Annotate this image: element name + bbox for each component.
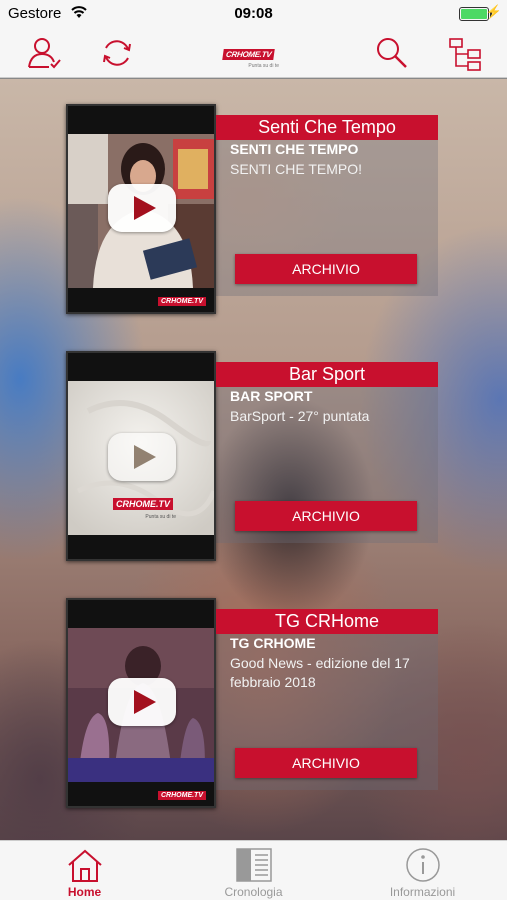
user-profile-icon[interactable]	[25, 34, 63, 72]
program-title: TG CRHome	[216, 609, 438, 634]
play-button[interactable]	[108, 678, 176, 726]
history-book-icon	[236, 848, 272, 882]
video-thumbnail[interactable]: CRHOME.TV	[66, 598, 216, 808]
video-thumbnail[interactable]: CRHOME.TV	[66, 104, 216, 314]
program-subtitle: SENTI CHE TEMPO	[230, 141, 359, 157]
archive-button[interactable]: ARCHIVIO	[235, 748, 417, 778]
search-icon[interactable]	[373, 34, 411, 72]
refresh-icon[interactable]	[98, 34, 136, 72]
status-bar: Gestore 09:08 ⚡	[0, 0, 507, 28]
tab-cronologia[interactable]: Cronologia	[169, 841, 338, 900]
tab-home[interactable]: Home	[0, 841, 169, 900]
thumbnail-watermark: CRHOME.TV	[158, 297, 206, 306]
app-logo: CRHOME.TV Punta su di te	[222, 44, 279, 69]
charging-icon: ⚡	[485, 4, 502, 19]
sitemap-icon[interactable]	[446, 34, 484, 72]
program-subtitle: TG CRHOME	[230, 635, 316, 651]
program-title: Bar Sport	[216, 362, 438, 387]
program-description: Good News - edizione del 17 febbraio 201…	[230, 655, 410, 690]
play-button[interactable]	[108, 433, 176, 481]
tab-informazioni[interactable]: Informazioni	[338, 841, 507, 900]
program-description: BarSport - 27° puntata	[230, 408, 370, 424]
center-logo: CRHOME.TV Punta su di te	[110, 494, 176, 520]
archive-button[interactable]: ARCHIVIO	[235, 501, 417, 531]
thumbnail-watermark: CRHOME.TV	[158, 791, 206, 800]
tab-bar: Home Cronologia Informazioni	[0, 840, 507, 900]
archive-button[interactable]: ARCHIVIO	[235, 254, 417, 284]
play-button[interactable]	[108, 184, 176, 232]
battery-icon	[459, 7, 492, 21]
info-icon	[406, 848, 440, 882]
program-card: CRHOME.TV Senti Che Tempo SENTI CHE TEMP…	[66, 104, 438, 314]
program-list[interactable]: CRHOME.TV Senti Che Tempo SENTI CHE TEMP…	[0, 79, 507, 840]
top-toolbar: CRHOME.TV Punta su di te	[0, 28, 507, 78]
video-thumbnail[interactable]: CRHOME.TV Punta su di te	[66, 351, 216, 561]
program-title: Senti Che Tempo	[216, 115, 438, 140]
home-icon	[68, 849, 102, 882]
clock: 09:08	[234, 5, 273, 22]
program-card: CRHOME.TV TG CRHome TG CRHOME Good News …	[66, 598, 438, 808]
program-card: CRHOME.TV Punta su di te Bar Sport BAR S…	[66, 351, 438, 561]
program-description: SENTI CHE TEMPO!	[230, 161, 362, 177]
program-subtitle: BAR SPORT	[230, 388, 313, 404]
